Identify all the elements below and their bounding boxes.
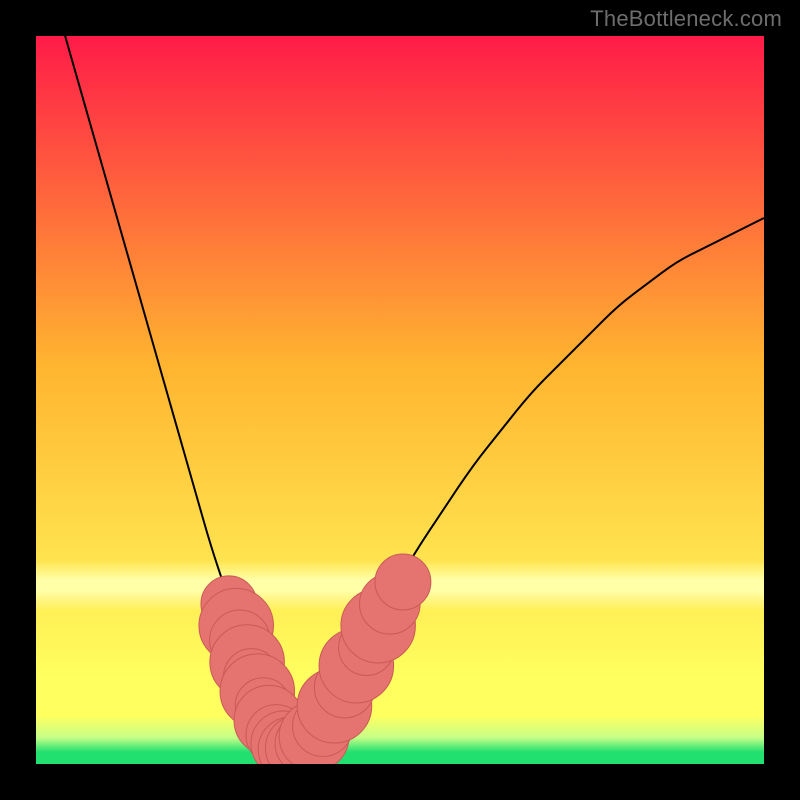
chart-frame: TheBottleneck.com <box>0 0 800 800</box>
bottleneck-curve <box>36 36 764 764</box>
watermark-text: TheBottleneck.com <box>590 6 782 32</box>
plot-area <box>36 36 764 764</box>
curve-marker <box>375 554 431 610</box>
curve-path <box>65 36 764 748</box>
